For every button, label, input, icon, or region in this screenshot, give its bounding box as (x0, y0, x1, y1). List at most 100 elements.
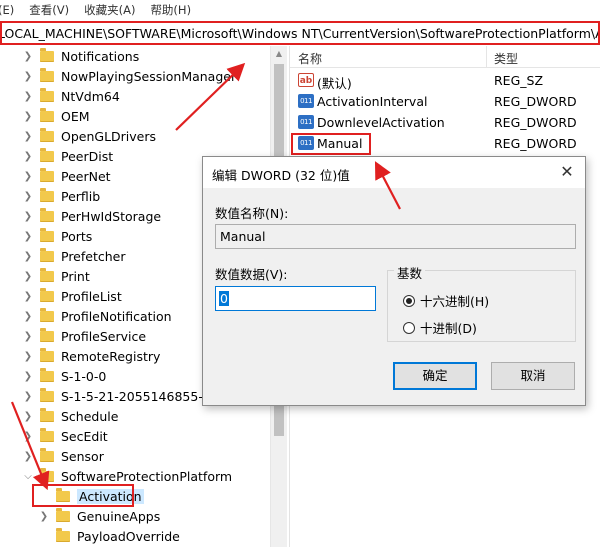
chevron-right-icon[interactable]: ❯ (22, 351, 34, 362)
value-type: REG_DWORD (494, 136, 577, 151)
tree-item[interactable]: ❯ PeerNet (22, 166, 111, 186)
folder-icon (40, 67, 54, 82)
chevron-down-icon[interactable]: ⌵ (22, 471, 34, 482)
dialog-title-bar[interactable]: 编辑 DWORD (32 位)值 ✕ (203, 157, 585, 188)
folder-icon (40, 467, 54, 482)
value-type: REG_DWORD (494, 115, 577, 130)
tree-item[interactable]: ❯ Prefetcher (22, 246, 126, 266)
chevron-right-icon[interactable]: ❯ (22, 231, 34, 242)
chevron-right-icon[interactable]: ❯ (22, 171, 34, 182)
folder-icon (40, 247, 54, 262)
tree-item[interactable]: ❯ NtVdm64 (22, 86, 120, 106)
dialog-title: 编辑 DWORD (32 位)值 (212, 168, 350, 183)
chevron-right-icon[interactable]: ❯ (22, 251, 34, 262)
address-bar[interactable]: LOCAL_MACHINE\SOFTWARE\Microsoft\Windows… (0, 21, 600, 45)
column-divider[interactable] (486, 46, 487, 68)
chevron-right-icon[interactable]: ❯ (22, 371, 34, 382)
tree-item[interactable]: ❯ ProfileNotification (22, 306, 172, 326)
chevron-right-icon[interactable]: ❯ (22, 131, 34, 142)
value-row[interactable]: 011 ActivationInterval REG_DWORD (290, 91, 600, 112)
ok-button[interactable]: 确定 (393, 362, 477, 390)
tree-item[interactable]: PayloadOverride (38, 526, 180, 546)
chevron-right-icon[interactable]: ❯ (22, 291, 34, 302)
column-type-header[interactable]: 类型 (494, 50, 518, 67)
chevron-right-icon[interactable]: ❯ (22, 191, 34, 202)
chevron-right-icon[interactable]: ❯ (22, 71, 34, 82)
chevron-right-icon[interactable]: ❯ (22, 391, 34, 402)
chevron-right-icon[interactable]: ❯ (22, 271, 34, 282)
radio-selected-icon[interactable] (403, 294, 415, 307)
radio-hex[interactable]: 十六进制(H) (403, 291, 489, 310)
menu-bar: (E) 查看(V) 收藏夹(A) 帮助(H) (0, 0, 600, 20)
chevron-right-icon[interactable]: ❯ (22, 331, 34, 342)
folder-icon (40, 187, 54, 202)
tree-item[interactable]: ❯ ProfileList (22, 286, 122, 306)
folder-icon (40, 87, 54, 102)
scroll-up-icon[interactable]: ▲ (271, 46, 287, 62)
tree-item[interactable]: ❯ PeerDist (22, 146, 113, 166)
folder-icon (40, 267, 54, 282)
tree-item[interactable]: ❯ S-1-0-0 (22, 366, 106, 386)
folder-icon (40, 347, 54, 362)
tree-item[interactable]: ❯ Notifications (22, 46, 139, 66)
menu-help[interactable]: 帮助(H) (150, 2, 191, 18)
radio-unselected-icon[interactable] (403, 321, 415, 334)
tree-item[interactable]: ❯ NowPlayingSessionManager (22, 66, 236, 86)
folder-icon (40, 207, 54, 222)
value-name: DownlevelActivation (317, 115, 445, 130)
tree-item[interactable]: ❯ RemoteRegistry (22, 346, 160, 366)
tree-item[interactable]: ❯ GenuineApps (38, 506, 160, 526)
value-name-field: Manual (215, 224, 576, 249)
chevron-right-icon[interactable]: ❯ (22, 451, 34, 462)
radio-dec-label: 十进制(D) (420, 321, 477, 336)
tree-item[interactable]: ❯ Schedule (22, 406, 118, 426)
address-path: LOCAL_MACHINE\SOFTWARE\Microsoft\Windows… (0, 25, 600, 41)
highlight-box-activation (32, 484, 134, 507)
tree-item-expanded[interactable]: ⌵ SoftwareProtectionPlatform (22, 466, 232, 486)
value-row[interactable]: ab (默认) REG_SZ (290, 70, 600, 91)
value-type: REG_SZ (494, 73, 544, 88)
value-name-label: 数值名称(N): (215, 206, 289, 221)
menu-favorites[interactable]: 收藏夹(A) (84, 2, 135, 18)
tree-item[interactable]: ❯ Sensor (22, 446, 104, 466)
chevron-right-icon[interactable]: ❯ (22, 211, 34, 222)
chevron-right-icon[interactable]: ❯ (22, 311, 34, 322)
column-name-header[interactable]: 名称 (298, 50, 322, 67)
chevron-right-icon[interactable]: ❯ (22, 151, 34, 162)
tree-item[interactable]: ❯ OpenGLDrivers (22, 126, 156, 146)
menu-view[interactable]: 查看(V) (29, 2, 69, 18)
tree-item[interactable]: ❯ S-1-5-21-2055146855-297 (22, 386, 227, 406)
radio-dec[interactable]: 十进制(D) (403, 318, 477, 337)
dword-value-icon: 011 (298, 115, 314, 129)
highlight-box-manual (291, 133, 371, 155)
base-group-title: 基数 (394, 263, 426, 282)
chevron-right-icon[interactable]: ❯ (22, 111, 34, 122)
folder-icon (40, 307, 54, 322)
menu-edit[interactable]: (E) (0, 3, 14, 17)
string-value-icon: ab (298, 73, 314, 87)
tree-item[interactable]: ❯ ProfileService (22, 326, 146, 346)
folder-icon (56, 507, 70, 522)
folder-icon (40, 427, 54, 442)
tree-item[interactable]: ❯ Print (22, 266, 90, 286)
value-type: REG_DWORD (494, 94, 577, 109)
tree-item[interactable]: ❯ PerHwIdStorage (22, 206, 161, 226)
tree-item[interactable]: ❯ Ports (22, 226, 92, 246)
folder-icon (40, 107, 54, 122)
chevron-right-icon[interactable]: ❯ (22, 431, 34, 442)
folder-icon (40, 47, 54, 62)
folder-icon (40, 407, 54, 422)
chevron-right-icon[interactable]: ❯ (22, 411, 34, 422)
cancel-button[interactable]: 取消 (491, 362, 575, 390)
value-name: ActivationInterval (317, 94, 428, 109)
close-icon[interactable]: ✕ (557, 162, 577, 182)
chevron-right-icon[interactable]: ❯ (22, 91, 34, 102)
folder-icon (40, 227, 54, 242)
tree-item[interactable]: ❯ Perflib (22, 186, 100, 206)
chevron-right-icon[interactable]: ❯ (22, 51, 34, 62)
value-row[interactable]: 011 DownlevelActivation REG_DWORD (290, 112, 600, 133)
tree-item[interactable]: ❯ OEM (22, 106, 90, 126)
value-data-input[interactable]: 0 (215, 286, 376, 311)
tree-item[interactable]: ❯ SecEdit (22, 426, 108, 446)
chevron-right-icon[interactable]: ❯ (38, 511, 50, 522)
